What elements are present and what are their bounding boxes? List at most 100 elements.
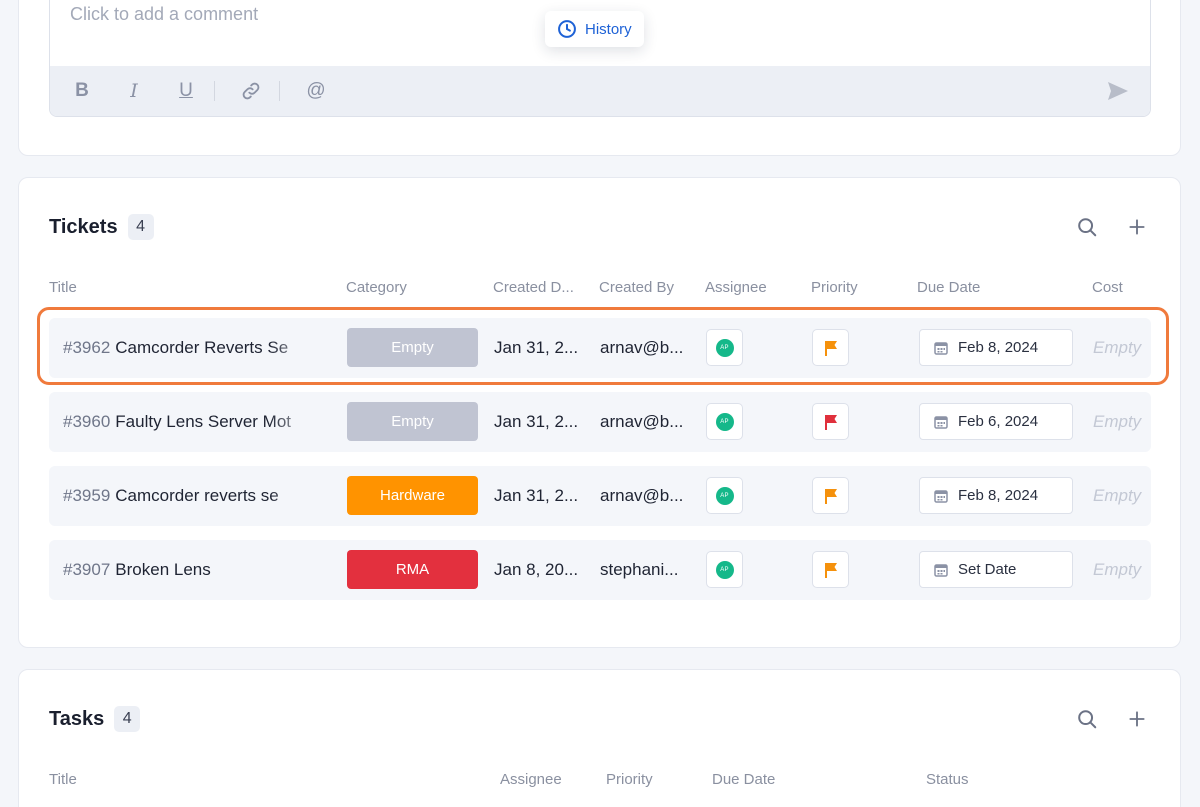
col-status[interactable]: Status — [926, 771, 1026, 788]
history-button[interactable]: History — [545, 11, 644, 47]
avatar: AP — [715, 338, 734, 357]
toolbar-divider — [214, 81, 215, 101]
assignee-button[interactable]: AP — [706, 329, 743, 366]
ticket-name: Camcorder reverts se — [115, 486, 279, 505]
col-cost[interactable]: Cost — [1092, 279, 1152, 296]
tickets-count-badge: 4 — [127, 214, 154, 240]
due-date-value: Set Date — [958, 561, 1017, 578]
col-assignee[interactable]: Assignee — [500, 771, 600, 788]
category-badge[interactable]: Empty — [347, 402, 478, 441]
flag-icon — [824, 562, 837, 578]
calendar-icon — [934, 489, 948, 503]
tickets-actions — [1050, 214, 1150, 240]
created-by: arnav@b... — [600, 412, 684, 431]
col-created-date[interactable]: Created D... — [493, 279, 585, 296]
calendar-icon — [934, 341, 948, 355]
priority-button[interactable] — [812, 403, 849, 440]
priority-button[interactable] — [812, 477, 849, 514]
link-icon[interactable] — [241, 79, 261, 103]
flag-icon — [824, 340, 837, 356]
tickets-title: Tickets — [49, 215, 118, 238]
table-row[interactable]: #3960 Faulty Lens Server Mot Empty Jan 3… — [49, 392, 1151, 452]
due-date-value: Feb 8, 2024 — [958, 487, 1039, 504]
tasks-actions — [1050, 706, 1150, 732]
ticket-name: Camcorder Reverts Se — [115, 338, 289, 357]
created-date: Jan 31, 2... — [494, 412, 579, 431]
ticket-title[interactable]: #3962 Camcorder Reverts Se — [63, 318, 321, 378]
col-title[interactable]: Title — [49, 771, 169, 788]
assignee-button[interactable]: AP — [706, 551, 743, 588]
category-badge[interactable]: Hardware — [347, 476, 478, 515]
created-by: arnav@b... — [600, 338, 684, 357]
tasks-count-badge: 4 — [114, 706, 141, 732]
created-date: Jan 31, 2... — [494, 486, 579, 505]
due-date-picker[interactable]: Feb 6, 2024 — [919, 403, 1073, 440]
priority-button[interactable] — [812, 551, 849, 588]
created-date: Jan 31, 2... — [494, 338, 579, 357]
cost-value[interactable]: Empty — [1093, 540, 1151, 600]
calendar-icon — [934, 415, 948, 429]
tasks-card: Tasks 4 Title Assignee Priority Due Date… — [18, 669, 1181, 807]
due-date-value: Feb 6, 2024 — [958, 413, 1039, 430]
col-title[interactable]: Title — [49, 279, 169, 296]
toolbar-divider — [279, 81, 280, 101]
tickets-heading: Tickets 4 — [49, 214, 154, 240]
due-date-value: Feb 8, 2024 — [958, 339, 1039, 356]
col-due-date[interactable]: Due Date — [712, 771, 832, 788]
category-badge[interactable]: RMA — [347, 550, 478, 589]
col-due-date[interactable]: Due Date — [917, 279, 1037, 296]
cost-value[interactable]: Empty — [1093, 318, 1151, 378]
table-row[interactable]: #3962 Camcorder Reverts Se Empty Jan 31,… — [49, 318, 1151, 378]
table-row[interactable]: #3959 Camcorder reverts se Hardware Jan … — [49, 466, 1151, 526]
avatar: AP — [715, 486, 734, 505]
tasks-heading: Tasks 4 — [49, 706, 141, 732]
avatar: AP — [715, 412, 734, 431]
tickets-card: Tickets 4 Title Category Created D... Cr… — [18, 177, 1181, 648]
ticket-number: #3962 — [63, 338, 111, 357]
flag-icon — [824, 488, 837, 504]
table-row[interactable]: #3907 Broken Lens RMA Jan 8, 20... steph… — [49, 540, 1151, 600]
tasks-title: Tasks — [49, 707, 105, 730]
created-by: arnav@b... — [600, 486, 684, 505]
col-created-by[interactable]: Created By — [599, 279, 699, 296]
created-by: stephani... — [600, 560, 679, 579]
assignee-button[interactable]: AP — [706, 477, 743, 514]
plus-icon[interactable] — [1124, 214, 1150, 240]
plus-icon[interactable] — [1124, 706, 1150, 732]
ticket-name: Faulty Lens Server Mot — [115, 412, 292, 431]
send-icon[interactable] — [1106, 79, 1130, 103]
cost-value[interactable]: Empty — [1093, 392, 1151, 452]
priority-button[interactable] — [812, 329, 849, 366]
calendar-icon — [934, 563, 948, 577]
mention-button[interactable]: @ — [306, 79, 326, 103]
due-date-picker[interactable]: Set Date — [919, 551, 1073, 588]
search-icon[interactable] — [1074, 214, 1100, 240]
ticket-title[interactable]: #3907 Broken Lens — [63, 540, 321, 600]
due-date-picker[interactable]: Feb 8, 2024 — [919, 477, 1073, 514]
ticket-number: #3907 — [63, 560, 111, 579]
ticket-number: #3960 — [63, 412, 111, 431]
avatar: AP — [715, 560, 734, 579]
created-date: Jan 8, 20... — [494, 560, 579, 579]
ticket-title[interactable]: #3959 Camcorder reverts se — [63, 466, 321, 526]
comment-toolbar: B I U @ — [50, 66, 1150, 116]
flag-icon — [824, 414, 837, 430]
due-date-picker[interactable]: Feb 8, 2024 — [919, 329, 1073, 366]
col-category[interactable]: Category — [346, 279, 466, 296]
col-priority[interactable]: Priority — [811, 279, 911, 296]
search-icon[interactable] — [1074, 706, 1100, 732]
comment-placeholder[interactable]: Click to add a comment — [70, 4, 258, 25]
italic-button[interactable]: I — [124, 79, 144, 103]
clock-icon — [558, 20, 576, 38]
bold-button[interactable]: B — [72, 79, 92, 103]
cost-value[interactable]: Empty — [1093, 466, 1151, 526]
assignee-button[interactable]: AP — [706, 403, 743, 440]
ticket-name: Broken Lens — [115, 560, 211, 579]
history-label: History — [585, 20, 632, 38]
col-assignee[interactable]: Assignee — [705, 279, 805, 296]
ticket-title[interactable]: #3960 Faulty Lens Server Mot — [63, 392, 321, 452]
col-priority[interactable]: Priority — [606, 771, 706, 788]
underline-button[interactable]: U — [176, 79, 196, 103]
category-badge[interactable]: Empty — [347, 328, 478, 367]
ticket-number: #3959 — [63, 486, 111, 505]
